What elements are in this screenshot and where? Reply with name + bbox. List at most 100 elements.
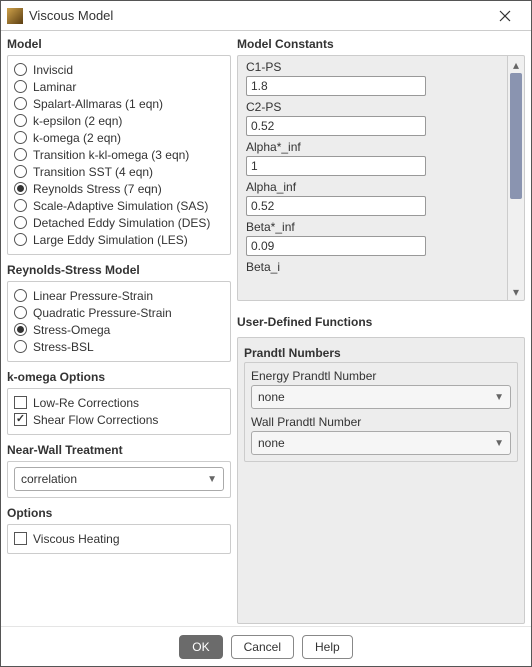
constant-item: Beta*_inf 0.09 bbox=[246, 220, 499, 256]
radio-icon bbox=[14, 216, 27, 229]
radio-icon bbox=[14, 199, 27, 212]
komega-heading: k-omega Options bbox=[7, 370, 231, 384]
constant-item: C1-PS 1.8 bbox=[246, 60, 499, 96]
constant-field[interactable]: 0.52 bbox=[246, 116, 426, 136]
model-option[interactable]: Large Eddy Simulation (LES) bbox=[14, 231, 224, 248]
rsm-label: Quadratic Pressure-Strain bbox=[33, 306, 172, 320]
energy-prandtl-label: Energy Prandtl Number bbox=[251, 369, 511, 383]
wall-prandtl-label: Wall Prandtl Number bbox=[251, 415, 511, 429]
scroll-thumb[interactable] bbox=[510, 73, 522, 199]
nearwall-heading: Near-Wall Treatment bbox=[7, 443, 231, 457]
constant-label: C2-PS bbox=[246, 100, 499, 114]
radio-icon bbox=[14, 306, 27, 319]
model-option[interactable]: Reynolds Stress (7 eqn) bbox=[14, 180, 224, 197]
radio-icon bbox=[14, 131, 27, 144]
model-label: Inviscid bbox=[33, 63, 73, 77]
radio-icon bbox=[14, 323, 27, 336]
rsm-heading: Reynolds-Stress Model bbox=[7, 263, 231, 277]
model-option[interactable]: k-epsilon (2 eqn) bbox=[14, 112, 224, 129]
model-option[interactable]: Scale-Adaptive Simulation (SAS) bbox=[14, 197, 224, 214]
model-label: Transition SST (4 eqn) bbox=[33, 165, 153, 179]
options-option[interactable]: Viscous Heating bbox=[14, 530, 224, 547]
chevron-down-icon: ▼ bbox=[207, 474, 217, 485]
komega-label: Low-Re Corrections bbox=[33, 396, 139, 410]
titlebar: Viscous Model bbox=[1, 1, 531, 31]
model-label: k-epsilon (2 eqn) bbox=[33, 114, 122, 128]
close-icon bbox=[499, 10, 511, 22]
radio-icon bbox=[14, 233, 27, 246]
energy-prandtl-value: none bbox=[258, 390, 285, 404]
scroll-track[interactable] bbox=[508, 73, 524, 283]
komega-group: Low-Re Corrections Shear Flow Corrections bbox=[7, 388, 231, 435]
radio-icon bbox=[14, 80, 27, 93]
radio-icon bbox=[14, 182, 27, 195]
constant-label: Alpha_inf bbox=[246, 180, 499, 194]
constant-label: Beta_i bbox=[246, 260, 499, 274]
chevron-down-icon: ▼ bbox=[494, 438, 504, 449]
scroll-up-icon[interactable]: ▴ bbox=[508, 56, 524, 73]
viscous-model-dialog: Viscous Model Model InviscidLaminarSpala… bbox=[0, 0, 532, 667]
options-group: Viscous Heating bbox=[7, 524, 231, 554]
prandtl-group: Energy Prandtl Number none ▼ Wall Prandt… bbox=[244, 362, 518, 462]
radio-icon bbox=[14, 165, 27, 178]
radio-icon bbox=[14, 289, 27, 302]
model-option[interactable]: Detached Eddy Simulation (DES) bbox=[14, 214, 224, 231]
rsm-option[interactable]: Linear Pressure-Strain bbox=[14, 287, 224, 304]
cancel-button[interactable]: Cancel bbox=[231, 635, 294, 659]
button-bar: OK Cancel Help bbox=[1, 626, 531, 666]
wall-prandtl-value: none bbox=[258, 436, 285, 450]
model-option[interactable]: Spalart-Allmaras (1 eqn) bbox=[14, 95, 224, 112]
constant-label: C1-PS bbox=[246, 60, 499, 74]
options-label: Viscous Heating bbox=[33, 532, 120, 546]
udf-heading: User-Defined Functions bbox=[237, 315, 525, 329]
prandtl-heading: Prandtl Numbers bbox=[244, 346, 518, 360]
constant-field[interactable]: 1 bbox=[246, 156, 426, 176]
model-label: Scale-Adaptive Simulation (SAS) bbox=[33, 199, 208, 213]
model-option[interactable]: Transition SST (4 eqn) bbox=[14, 163, 224, 180]
komega-option[interactable]: Shear Flow Corrections bbox=[14, 411, 224, 428]
rsm-group: Linear Pressure-Strain Quadratic Pressure… bbox=[7, 281, 231, 362]
wall-prandtl-select[interactable]: none ▼ bbox=[251, 431, 511, 455]
constant-field[interactable]: 0.09 bbox=[246, 236, 426, 256]
rsm-option[interactable]: Stress-Omega bbox=[14, 321, 224, 338]
energy-prandtl-select[interactable]: none ▼ bbox=[251, 385, 511, 409]
help-button[interactable]: Help bbox=[302, 635, 353, 659]
model-group: InviscidLaminarSpalart-Allmaras (1 eqn) k… bbox=[7, 55, 231, 255]
radio-icon bbox=[14, 63, 27, 76]
nearwall-group: correlation ▼ bbox=[7, 461, 231, 498]
constants-panel: C1-PS 1.8 C2-PS 0.52 Alpha*_inf 1 Alpha_inf 0.5… bbox=[237, 55, 508, 301]
nearwall-combo[interactable]: correlation ▼ bbox=[14, 467, 224, 491]
komega-option[interactable]: Low-Re Corrections bbox=[14, 394, 224, 411]
model-label: Transition k-kl-omega (3 eqn) bbox=[33, 148, 189, 162]
model-option[interactable]: k-omega (2 eqn) bbox=[14, 129, 224, 146]
chevron-down-icon: ▼ bbox=[494, 392, 504, 403]
model-label: k-omega (2 eqn) bbox=[33, 131, 121, 145]
model-option[interactable]: Laminar bbox=[14, 78, 224, 95]
rsm-option[interactable]: Quadratic Pressure-Strain bbox=[14, 304, 224, 321]
constants-scrollbar[interactable]: ▴ ▾ bbox=[508, 55, 525, 301]
checkbox-icon bbox=[14, 396, 27, 409]
constant-field[interactable]: 1.8 bbox=[246, 76, 426, 96]
close-button[interactable] bbox=[485, 2, 525, 30]
model-option[interactable]: Transition k-kl-omega (3 eqn) bbox=[14, 146, 224, 163]
checkbox-icon bbox=[14, 532, 27, 545]
radio-icon bbox=[14, 97, 27, 110]
scroll-down-icon[interactable]: ▾ bbox=[508, 283, 524, 300]
options-heading: Options bbox=[7, 506, 231, 520]
model-heading: Model bbox=[7, 37, 231, 51]
constant-label: Alpha*_inf bbox=[246, 140, 499, 154]
constant-label: Beta*_inf bbox=[246, 220, 499, 234]
komega-label: Shear Flow Corrections bbox=[33, 413, 158, 427]
model-label: Detached Eddy Simulation (DES) bbox=[33, 216, 210, 230]
radio-icon bbox=[14, 340, 27, 353]
ok-button[interactable]: OK bbox=[179, 635, 222, 659]
checkbox-icon bbox=[14, 413, 27, 426]
model-label: Reynolds Stress (7 eqn) bbox=[33, 182, 162, 196]
constant-item: Alpha*_inf 1 bbox=[246, 140, 499, 176]
rsm-option[interactable]: Stress-BSL bbox=[14, 338, 224, 355]
constant-field[interactable]: 0.52 bbox=[246, 196, 426, 216]
constant-item: C2-PS 0.52 bbox=[246, 100, 499, 136]
model-option[interactable]: Inviscid bbox=[14, 61, 224, 78]
nearwall-value: correlation bbox=[21, 472, 77, 486]
app-icon bbox=[7, 8, 23, 24]
